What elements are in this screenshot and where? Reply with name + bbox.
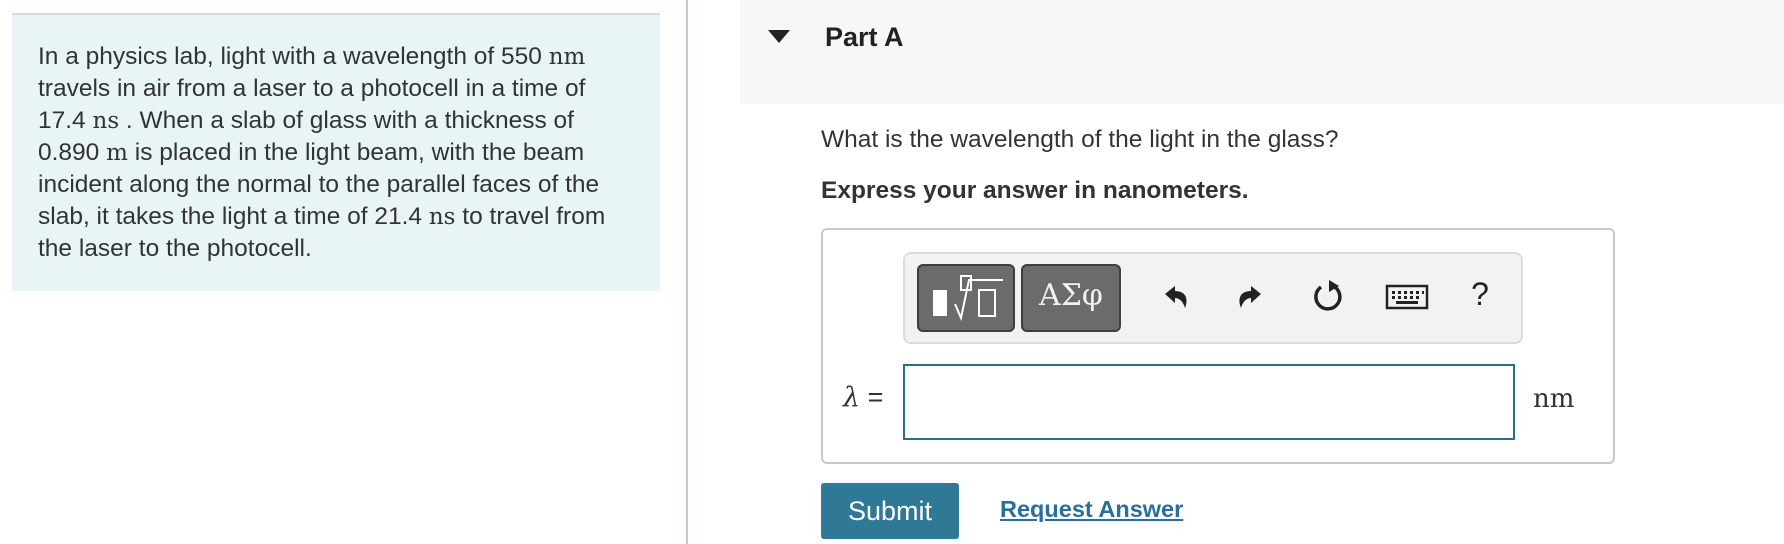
- submit-button[interactable]: Submit: [821, 483, 959, 539]
- part-title: Part A: [825, 22, 904, 52]
- answer-input[interactable]: [903, 364, 1515, 440]
- templates-button[interactable]: [917, 264, 1015, 332]
- request-answer-link[interactable]: Request Answer: [1000, 496, 1183, 523]
- unit-ns: ns: [428, 204, 456, 230]
- unit-nm: nm: [548, 44, 586, 70]
- part-header[interactable]: Part A: [740, 0, 1784, 104]
- equals-sign: =: [867, 382, 884, 412]
- sqrt-template-icon: [933, 275, 1003, 322]
- math-toolbar: ΑΣφ ?: [903, 252, 1523, 344]
- problem-statement: In a physics lab, light with a wavelengt…: [38, 41, 634, 265]
- answer-instruction: Express your answer in nanometers.: [821, 177, 1249, 204]
- lambda-symbol: λ: [843, 382, 861, 413]
- keyboard-icon[interactable]: [1383, 276, 1433, 316]
- answer-unit: nm: [1533, 384, 1575, 414]
- question-text: What is the wavelength of the light in t…: [821, 126, 1339, 153]
- unit-ns: ns: [92, 108, 120, 134]
- problem-statement-panel: In a physics lab, light with a wavelengt…: [12, 13, 660, 291]
- redo-icon[interactable]: [1231, 276, 1271, 316]
- greek-symbols-button[interactable]: ΑΣφ: [1021, 264, 1121, 332]
- unit-m: m: [106, 140, 128, 166]
- help-button[interactable]: ?: [1465, 274, 1495, 314]
- problem-text-segment: In a physics lab, light with a wavelengt…: [38, 43, 549, 70]
- reset-icon[interactable]: [1307, 276, 1347, 316]
- answer-variable-label: λ =: [843, 382, 883, 413]
- answer-box: ΑΣφ ? λ = nm: [821, 228, 1615, 464]
- undo-icon[interactable]: [1155, 276, 1195, 316]
- collapse-triangle-icon[interactable]: [768, 30, 790, 44]
- greek-symbols-label: ΑΣφ: [1039, 278, 1103, 313]
- column-divider: [686, 0, 688, 544]
